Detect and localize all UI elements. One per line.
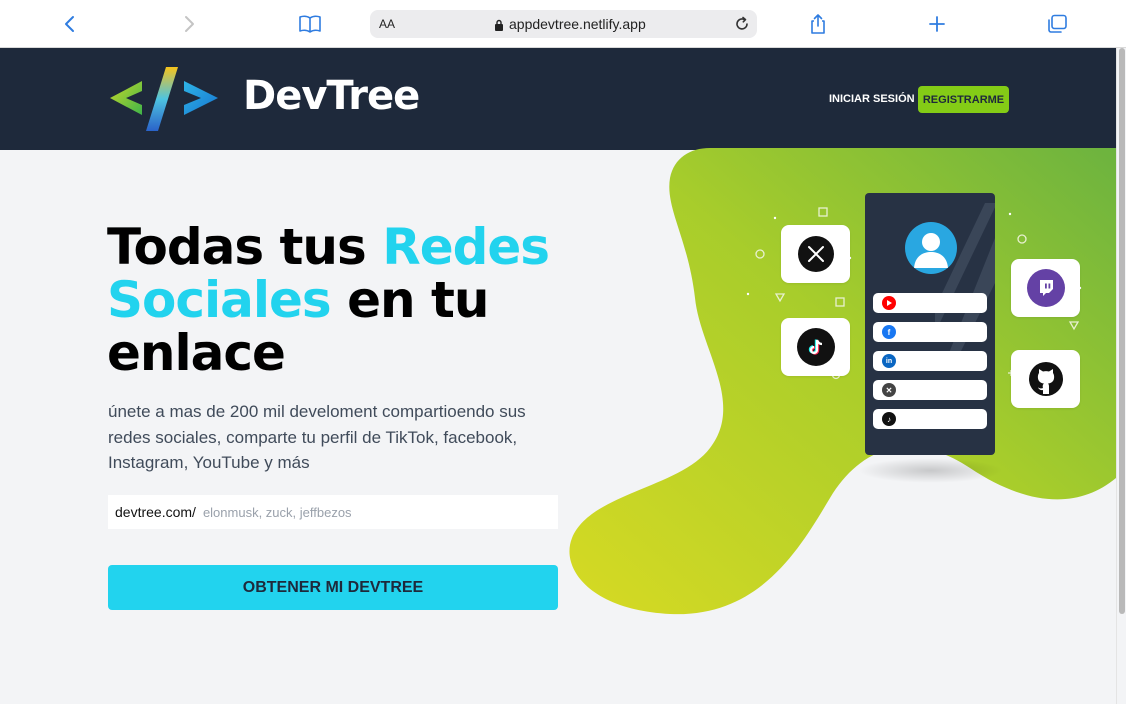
- address-bar[interactable]: AA appdevtree.netlify.app: [370, 10, 757, 38]
- hero-title: Todas tus Redes Sociales en tu enlace: [107, 221, 567, 380]
- tiktok-icon: [796, 328, 835, 366]
- register-button[interactable]: REGISTRARME: [918, 86, 1009, 113]
- phone-illustration: f in ✕ ♪: [865, 193, 995, 455]
- forward-icon[interactable]: [175, 10, 203, 38]
- handle-input[interactable]: [202, 504, 558, 520]
- page-viewport: DevTree INICIAR SESIÓN REGISTRARME Todas…: [0, 48, 1116, 704]
- twitch-icon: [1026, 269, 1065, 307]
- phone-shadow: [858, 458, 1003, 483]
- bubble-x: [781, 225, 850, 283]
- reload-icon[interactable]: [733, 15, 751, 38]
- browser-toolbar: AA appdevtree.netlify.app: [0, 0, 1126, 48]
- devtree-logo-icon[interactable]: [106, 65, 222, 133]
- new-tab-icon[interactable]: [923, 10, 951, 38]
- phone-link-x: ✕: [873, 380, 987, 400]
- handle-prefix: devtree.com/: [115, 504, 196, 520]
- linkedin-icon: in: [882, 354, 896, 368]
- login-link[interactable]: INICIAR SESIÓN: [829, 93, 915, 105]
- github-icon: [1025, 359, 1066, 399]
- handle-search-box: devtree.com/: [108, 495, 558, 529]
- avatar-icon: [905, 222, 957, 274]
- text-size-button[interactable]: AA: [379, 17, 395, 31]
- scrollbar-thumb[interactable]: [1119, 48, 1125, 614]
- x-icon: ✕: [882, 383, 896, 397]
- get-devtree-button[interactable]: OBTENER MI DEVTREE: [108, 565, 558, 610]
- bookmarks-icon[interactable]: [296, 10, 324, 38]
- facebook-icon: f: [882, 325, 896, 339]
- hero-title-part1: Todas tus: [107, 218, 383, 276]
- url-text: appdevtree.netlify.app: [509, 16, 646, 32]
- tiktok-icon: ♪: [882, 412, 896, 426]
- tabs-overview-icon[interactable]: [1043, 10, 1071, 38]
- bubble-tiktok: [781, 318, 850, 376]
- site-header: DevTree INICIAR SESIÓN REGISTRARME: [0, 48, 1116, 150]
- back-icon[interactable]: [56, 10, 84, 38]
- page-scrollbar[interactable]: [1116, 48, 1126, 704]
- phone-link-facebook: f: [873, 322, 987, 342]
- phone-link-tiktok: ♪: [873, 409, 987, 429]
- phone-link-youtube: [873, 293, 987, 313]
- x-icon: [797, 236, 834, 272]
- share-icon[interactable]: [804, 10, 832, 38]
- lock-icon: [494, 18, 504, 36]
- bubble-github: [1011, 350, 1080, 408]
- bubble-twitch: [1011, 259, 1080, 317]
- logo-text[interactable]: DevTree: [243, 73, 420, 119]
- youtube-icon: [882, 296, 896, 310]
- phone-link-linkedin: in: [873, 351, 987, 371]
- hero-subtitle: únete a mas de 200 mil develoment compar…: [108, 402, 526, 472]
